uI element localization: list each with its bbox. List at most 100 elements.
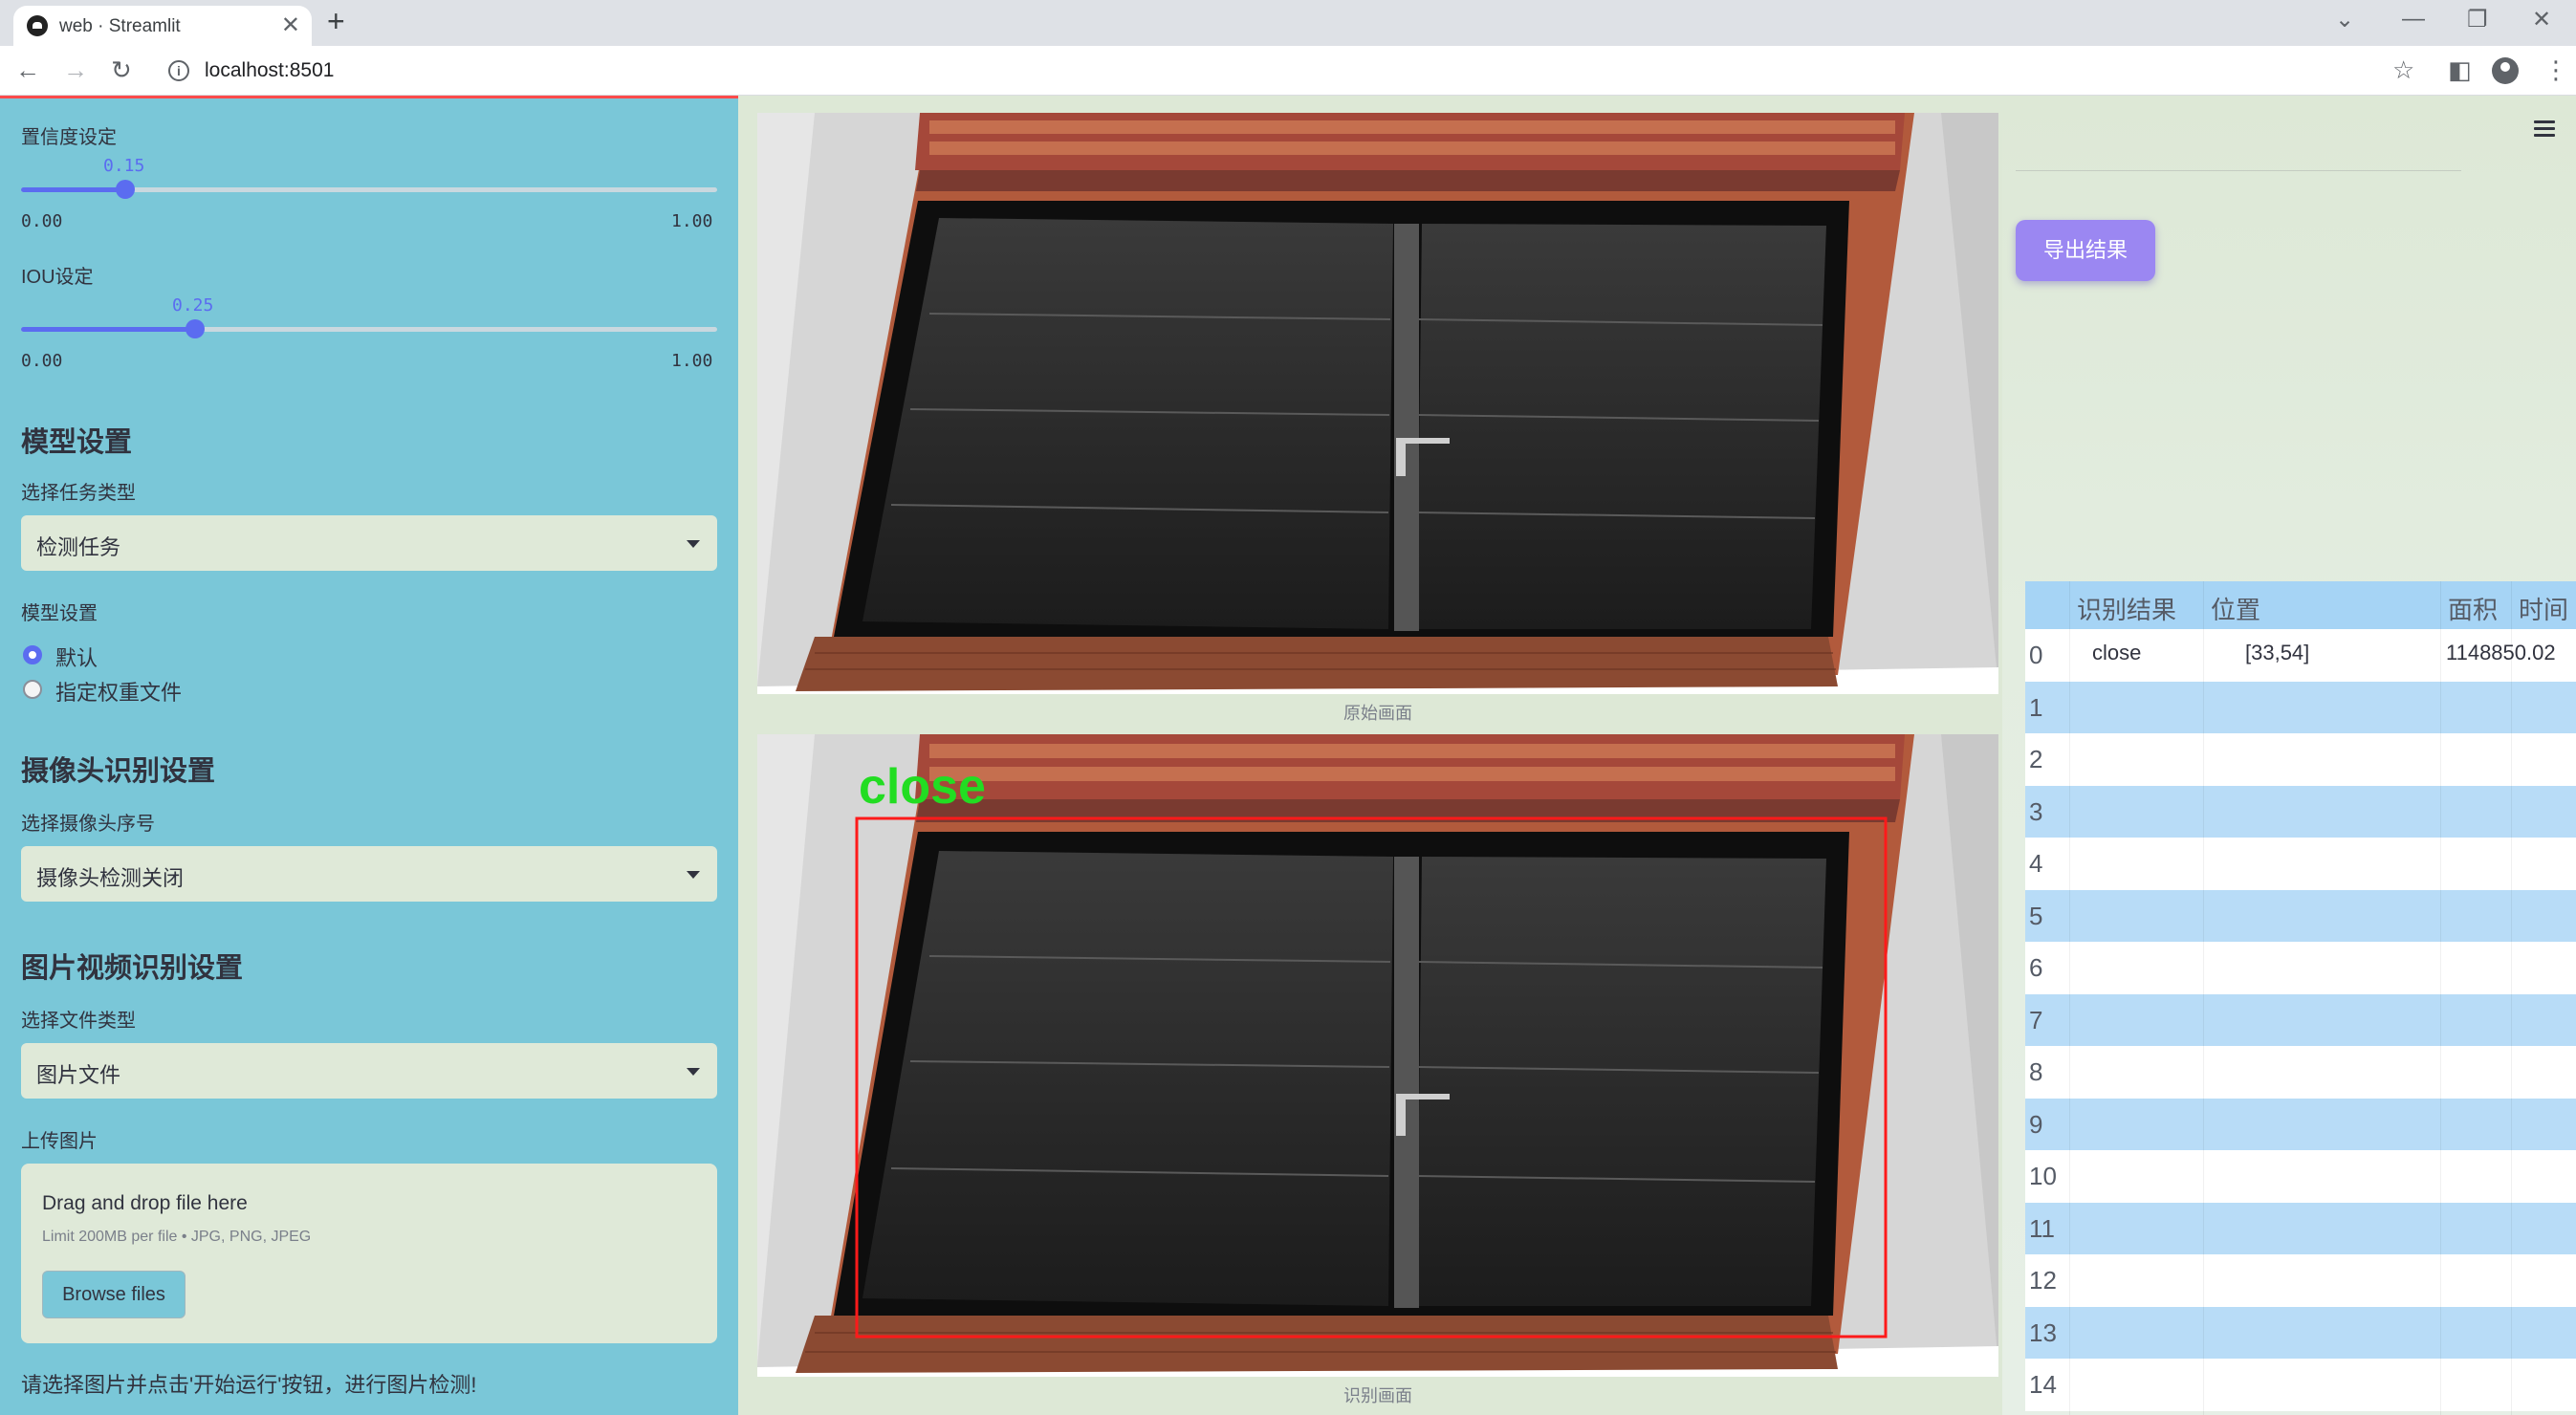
file-settings-heading: 图片视频识别设置 [21,953,244,984]
upload-limit-text: Limit 200MB per file • JPG, PNG, JPEG [42,1229,312,1245]
divider [2016,170,2461,171]
side-panel-icon[interactable]: ◧ [2448,55,2472,85]
tab-title: web · Streamlit [59,16,181,36]
cell-area: 1148850.02 [2446,641,2556,664]
chevron-down-icon [687,1068,700,1076]
bookmark-star-icon[interactable]: ☆ [2392,55,2414,85]
export-results-button[interactable]: 导出结果 [2016,220,2155,281]
row-index: 8 [2029,1057,2043,1086]
row-index: 9 [2029,1109,2043,1139]
file-uploader[interactable]: Drag and drop file here Limit 200MB per … [21,1164,717,1343]
iou-label: IOU设定 [21,267,94,288]
row-index: 5 [2029,901,2043,930]
table-row[interactable]: 1 [2025,681,2576,733]
model-label: 模型设置 [21,603,98,624]
forward-icon[interactable]: → [63,55,88,85]
table-row[interactable]: 12 [2025,1254,2576,1307]
table-row[interactable]: 0 close [33,54] 1148850.02 [2025,629,2576,682]
column-divider [2440,581,2441,1415]
reload-icon[interactable]: ↻ [111,55,132,85]
table-header: 识别结果 位置 面积 时间 [2025,581,2576,629]
upload-label: 上传图片 [21,1131,98,1152]
new-tab-icon[interactable]: + [327,4,345,39]
confidence-slider-fill [21,187,126,192]
streamlit-favicon-icon [27,15,48,36]
browser-menu-icon[interactable]: ⋮ [2543,55,2568,85]
table-row[interactable]: 11 [2025,1202,2576,1254]
confidence-value: 0.15 [103,156,145,176]
row-index: 4 [2029,849,2043,878]
table-row[interactable]: 8 [2025,1046,2576,1099]
camera-index-label: 选择摄像头序号 [21,814,155,835]
file-type-value: 图片文件 [36,1063,121,1087]
camera-settings-heading: 摄像头识别设置 [21,756,216,787]
radio-custom-weights[interactable] [23,680,42,699]
table-row[interactable]: 14 [2025,1359,2576,1411]
table-row[interactable]: 13 [2025,1306,2576,1359]
header-area[interactable]: 面积 [2448,591,2498,626]
confidence-max: 1.00 [671,211,713,231]
file-type-select[interactable]: 图片文件 [21,1043,717,1099]
restore-icon[interactable]: ❐ [2467,6,2488,33]
header-result[interactable]: 识别结果 [2077,591,2176,626]
radio-custom-weights-label: 指定权重文件 [55,681,183,705]
row-index: 2 [2029,745,2043,773]
tab-search-icon[interactable]: ⌄ [2335,6,2354,33]
radio-default-label: 默认 [55,646,98,670]
confidence-slider-thumb[interactable] [116,180,136,199]
drop-zone-text: Drag and drop file here [42,1192,248,1214]
task-type-select[interactable]: 检测任务 [21,515,717,571]
garage-door-image [757,113,1998,694]
row-index: 10 [2029,1162,2057,1190]
back-icon[interactable]: ← [15,55,40,85]
site-info-icon[interactable]: i [168,60,189,81]
url-field[interactable]: localhost:8501 [205,59,334,82]
row-index: 13 [2029,1317,2057,1347]
table-row[interactable]: 5 [2025,889,2576,942]
table-row[interactable]: 7 [2025,993,2576,1046]
task-type-label: 选择任务类型 [21,483,136,504]
iou-slider-fill [21,327,195,332]
table-row[interactable]: 9 [2025,1098,2576,1150]
iou-value: 0.25 [172,295,214,316]
result-image: close [757,734,1998,1377]
column-divider [2069,581,2070,1415]
row-index: 14 [2029,1370,2057,1399]
row-index: 3 [2029,796,2043,826]
table-row[interactable]: 4 [2025,838,2576,890]
iou-slider[interactable] [21,319,717,338]
camera-select[interactable]: 摄像头检测关闭 [21,846,717,902]
hamburger-menu-icon[interactable] [2534,120,2555,141]
main-content: 原始画面 close 识别画面 [738,96,2002,1415]
table-row[interactable]: 10 [2025,1150,2576,1203]
header-time[interactable]: 时间 [2519,591,2568,626]
confidence-min: 0.00 [21,211,63,231]
row-index: 11 [2029,1213,2055,1243]
header-position[interactable]: 位置 [2211,591,2260,626]
sidebar: 置信度设定 0.15 0.00 1.00 IOU设定 0.25 0.00 1.0… [0,96,738,1415]
row-index: 1 [2029,692,2043,722]
address-bar: ← → ↻ i localhost:8501 ☆ ◧ ⋮ [0,46,2576,96]
minimize-icon[interactable]: — [2402,6,2425,33]
results-table[interactable]: 识别结果 位置 面积 时间 0 close [33,54] 1148850.02 1 2 3… [2025,581,2576,1415]
tab-close-icon[interactable]: ✕ [281,11,300,39]
original-image [757,113,1998,694]
table-row[interactable]: 6 [2025,942,2576,994]
iou-slider-thumb[interactable] [186,319,205,338]
profile-avatar-icon[interactable] [2492,57,2519,84]
table-row[interactable]: 3 [2025,785,2576,838]
browse-files-button[interactable]: Browse files [42,1271,186,1318]
row-index: 0 [2029,641,2043,669]
chevron-down-icon [687,540,700,548]
iou-max: 1.00 [671,351,713,371]
task-type-value: 检测任务 [36,535,121,559]
table-row[interactable]: 2 [2025,733,2576,786]
window-close-icon[interactable]: ✕ [2532,6,2551,33]
radio-default[interactable] [23,645,42,664]
confidence-slider[interactable] [21,180,717,199]
chevron-down-icon [687,871,700,879]
row-index: 6 [2029,953,2043,982]
model-settings-heading: 模型设置 [21,427,133,458]
browser-tab[interactable]: web · Streamlit ✕ [13,6,312,46]
browser-tab-bar: web · Streamlit ✕ + ⌄ — ❐ ✕ [0,0,2576,46]
